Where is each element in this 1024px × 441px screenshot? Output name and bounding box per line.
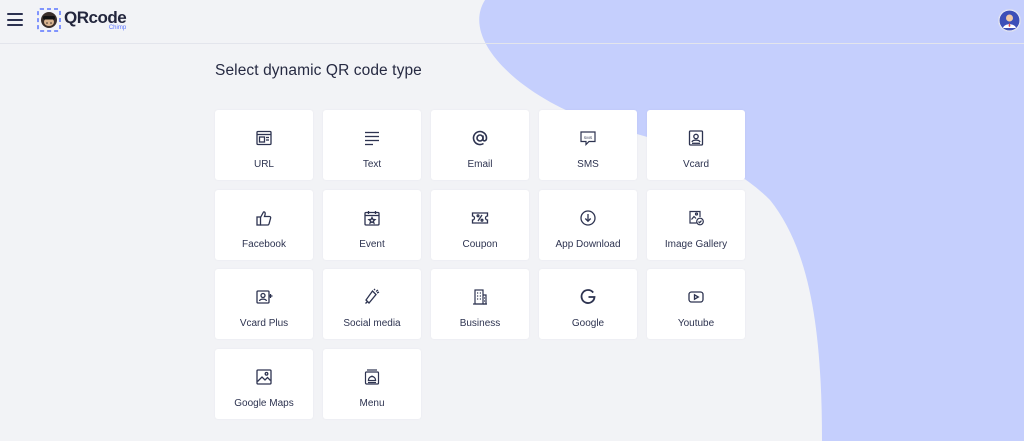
contact-card-icon [687, 129, 705, 147]
map-image-icon [255, 368, 273, 386]
qr-type-label: Text [362, 159, 382, 170]
qr-type-label: Business [459, 318, 501, 329]
qr-type-card-vcard[interactable]: Vcard [647, 110, 745, 180]
qr-type-label: URL [253, 159, 274, 170]
qr-type-label: Vcard Plus [239, 318, 289, 329]
qr-type-card-youtube[interactable]: Youtube [647, 269, 745, 339]
text-lines-icon [363, 129, 381, 147]
qr-type-card-email[interactable]: Email [431, 110, 529, 180]
at-sign-icon [471, 129, 489, 147]
qr-type-card-app-download[interactable]: App Download [539, 189, 637, 260]
qr-type-card-url[interactable]: URL [215, 110, 313, 180]
svg-text:SMS: SMS [584, 135, 593, 140]
qr-type-grid: URL Text Email SMS SMS Vcard Facebook Ev… [215, 110, 745, 419]
qr-type-card-google[interactable]: Google [539, 269, 637, 339]
logo[interactable]: QRcode Chimp [37, 8, 127, 34]
sms-bubble-icon: SMS [579, 129, 597, 147]
qr-type-label: Coupon [462, 238, 498, 250]
top-bar: QRcode Chimp [0, 0, 1024, 44]
building-icon [471, 288, 489, 306]
contact-plus-icon [255, 288, 273, 306]
qr-type-label: SMS [577, 159, 599, 170]
logo-subtitle: Chimp [108, 25, 127, 31]
qr-type-card-facebook[interactable]: Facebook [215, 189, 313, 260]
browser-window-icon [255, 129, 273, 147]
qr-type-label: Menu [359, 397, 385, 409]
qr-type-label: Vcard [682, 159, 710, 170]
monkey-logo-icon [37, 8, 61, 32]
page-title: Select dynamic QR code type [215, 62, 422, 79]
thumbs-up-icon [255, 209, 273, 227]
qr-type-label: Facebook [242, 238, 286, 250]
qr-type-card-event[interactable]: Event [323, 189, 421, 260]
qr-type-label: Social media [343, 318, 401, 329]
qr-type-card-image-gallery[interactable]: Image Gallery [647, 189, 745, 260]
user-avatar-icon[interactable] [998, 9, 1021, 32]
qr-type-card-social-media[interactable]: Social media [323, 269, 421, 339]
qr-type-card-menu[interactable]: Menu [323, 348, 421, 419]
play-button-icon [687, 288, 705, 306]
qr-type-label: Google [571, 318, 605, 329]
google-g-icon [579, 288, 597, 306]
qr-type-card-vcard-plus[interactable]: Vcard Plus [215, 269, 313, 339]
qr-type-card-sms[interactable]: SMS SMS [539, 110, 637, 180]
qr-type-card-google-maps[interactable]: Google Maps [215, 348, 313, 419]
qr-type-label: Youtube [677, 318, 715, 329]
megaphone-icon [363, 288, 381, 306]
qr-type-card-business[interactable]: Business [431, 269, 529, 339]
qr-type-card-text[interactable]: Text [323, 110, 421, 180]
qr-type-card-coupon[interactable]: Coupon [431, 189, 529, 260]
qr-type-label: Google Maps [234, 397, 294, 409]
calendar-star-icon [363, 209, 381, 227]
menu-book-icon [363, 368, 381, 386]
download-circle-icon [579, 209, 597, 227]
hamburger-icon[interactable] [7, 13, 23, 26]
qr-type-label: Image Gallery [664, 238, 728, 250]
qr-type-label: Event [359, 238, 385, 250]
qr-type-label: App Download [555, 238, 621, 250]
qr-type-label: Email [467, 159, 493, 170]
coupon-ticket-icon [471, 209, 489, 227]
gallery-check-icon [687, 209, 705, 227]
